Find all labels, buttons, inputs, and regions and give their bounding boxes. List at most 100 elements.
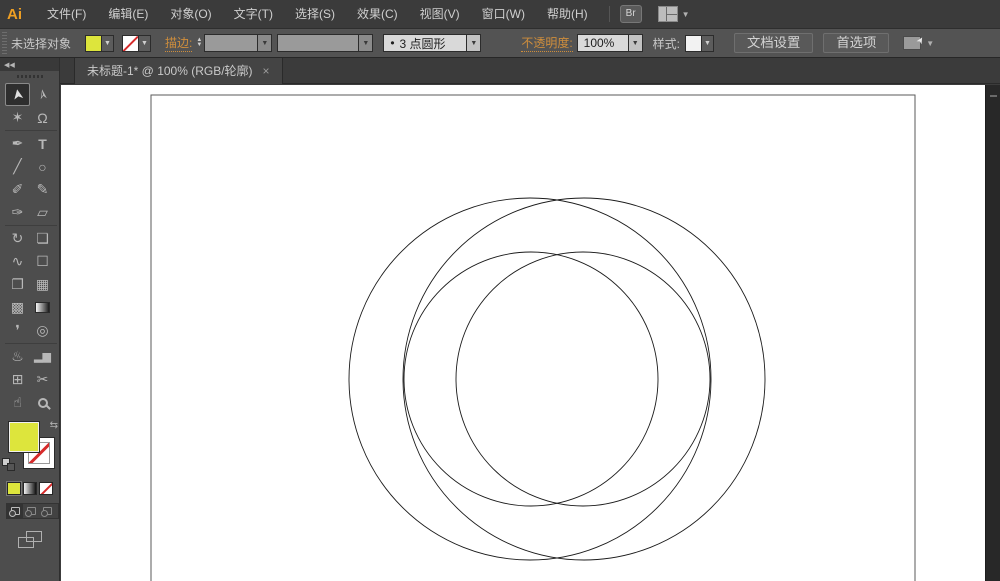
width-profile-combo[interactable]: ▼ <box>277 34 373 52</box>
blob-brush-tool[interactable]: ✑ <box>5 201 30 224</box>
panel-grip-icon[interactable] <box>2 32 7 54</box>
menu-help[interactable]: 帮助(H) <box>536 0 599 29</box>
column-graph-tool[interactable]: ▂▆ <box>30 345 55 368</box>
width-tool[interactable]: ∿ <box>5 250 30 273</box>
ellipse-icon: ○ <box>38 159 46 175</box>
menu-type[interactable]: 文字(T) <box>223 0 284 29</box>
menu-object[interactable]: 对象(O) <box>159 0 222 29</box>
drawing-mode-buttons <box>6 503 59 519</box>
blend-tool[interactable]: ◎ <box>30 319 55 342</box>
document-setup-button[interactable]: 文档设置 <box>734 33 813 53</box>
draw-inside-button[interactable] <box>39 504 55 518</box>
style-swatch[interactable] <box>685 35 702 52</box>
menu-effect[interactable]: 效果(C) <box>346 0 409 29</box>
draw-normal-icon <box>11 507 20 515</box>
expand-dock-icon[interactable] <box>990 95 997 97</box>
none-mode-button[interactable] <box>39 482 53 495</box>
selection-preview-icon[interactable] <box>903 36 921 50</box>
draw-normal-button[interactable] <box>7 504 23 518</box>
chevron-down-icon: ▼ <box>104 40 111 47</box>
chevron-down-icon: ▼ <box>362 40 369 47</box>
style-dropdown[interactable]: ▼ <box>702 35 714 52</box>
free-transform-tool[interactable]: ☐ <box>30 250 55 273</box>
direct-selection-tool[interactable]: ➢ <box>30 83 55 106</box>
preferences-button[interactable]: 首选项 <box>823 33 889 53</box>
gradient-tool[interactable] <box>30 296 55 319</box>
menu-window[interactable]: 窗口(W) <box>471 0 536 29</box>
width-icon: ∿ <box>12 253 24 270</box>
symbol-sprayer-tool[interactable]: ♨ <box>5 345 30 368</box>
workspace-switcher[interactable]: ▼ <box>658 6 690 22</box>
bridge-button[interactable]: Br <box>620 5 642 23</box>
stroke-panel-link[interactable]: 描边: <box>165 34 192 52</box>
color-mode-button[interactable] <box>7 482 21 495</box>
shape-builder-tool[interactable]: ❐ <box>5 273 30 296</box>
eyedropper-icon: ❜ <box>15 322 20 339</box>
menu-select[interactable]: 选择(S) <box>284 0 346 29</box>
style-control[interactable]: ▼ <box>685 35 714 52</box>
document-tab[interactable]: 未标题-1* @ 100% (RGB/轮廓) × <box>74 58 283 84</box>
scale-icon: ❏ <box>36 230 49 247</box>
stroke-weight-dropdown: ▼ <box>257 35 271 51</box>
column-graph-icon: ▂▆ <box>34 350 51 363</box>
canvas-area[interactable] <box>61 85 985 581</box>
stroke-weight-stepper[interactable]: ▲ ▼ <box>196 38 202 48</box>
rotate-tool[interactable]: ↻ <box>5 227 30 250</box>
fill-dropdown[interactable]: ▼ <box>102 35 114 52</box>
stroke-weight-combo[interactable]: ▼ <box>204 34 272 52</box>
magic-wand-tool[interactable]: ✶ <box>5 106 30 129</box>
hand-tool[interactable]: ☝ <box>5 391 30 414</box>
tool-group-divider <box>5 343 57 344</box>
mesh-tool[interactable]: ▩ <box>5 296 30 319</box>
swap-fill-stroke-icon[interactable]: ⇆ <box>50 420 58 431</box>
chevron-down-icon: ▼ <box>704 40 711 47</box>
menu-file[interactable]: 文件(F) <box>36 0 97 29</box>
default-fill-stroke-icon[interactable] <box>2 458 15 471</box>
type-tool[interactable]: T <box>30 132 55 155</box>
lasso-tool[interactable]: Ω <box>30 106 55 129</box>
line-segment-tool[interactable]: ╱ <box>5 155 30 178</box>
slice-tool[interactable]: ✂ <box>30 368 55 391</box>
pencil-tool[interactable]: ✎ <box>30 178 55 201</box>
artboard-tool[interactable]: ⊞ <box>5 368 30 391</box>
opacity-combo[interactable]: 100% ▼ <box>577 34 643 52</box>
fill-swatch[interactable] <box>9 422 39 452</box>
stroke-color-control[interactable]: ▼ <box>122 35 151 52</box>
selection-tool[interactable]: ➤ <box>5 83 30 106</box>
paintbrush-tool[interactable]: ✐ <box>5 178 30 201</box>
eyedropper-tool[interactable]: ❜ <box>5 319 30 342</box>
menu-view[interactable]: 视图(V) <box>409 0 471 29</box>
zoom-tool[interactable] <box>30 391 55 414</box>
document-title: 未标题-1* @ 100% (RGB/轮廓) <box>87 62 253 79</box>
collapse-panel-icon[interactable]: ◀◀ <box>4 62 15 69</box>
perspective-grid-tool[interactable]: ▦ <box>30 273 55 296</box>
draw-behind-button[interactable] <box>23 504 39 518</box>
direct-selection-arrow-icon: ➢ <box>33 87 52 102</box>
change-screen-mode-button[interactable] <box>18 531 42 548</box>
shape-builder-icon: ❐ <box>11 276 24 293</box>
scale-tool[interactable]: ❏ <box>30 227 55 250</box>
menu-edit[interactable]: 编辑(E) <box>97 0 159 29</box>
stepper-down-icon[interactable]: ▼ <box>196 43 202 48</box>
stroke-dropdown[interactable]: ▼ <box>139 35 151 52</box>
tools-panel-header[interactable]: ◀◀ <box>0 58 59 71</box>
pencil-icon: ✎ <box>37 181 49 198</box>
tool-grid: ➤ ➢ ✶ Ω ✒ T ╱ ○ ✐ ✎ ✑ ▱ ↻ ❏ ∿ ☐ ❐ ▦ ▩ ❜ … <box>0 81 60 414</box>
close-tab-icon[interactable]: × <box>263 64 270 78</box>
stroke-none-swatch[interactable] <box>122 35 139 52</box>
eraser-tool[interactable]: ▱ <box>30 201 55 224</box>
small-circle-right[interactable] <box>456 252 710 506</box>
tools-panel-grip[interactable] <box>0 71 59 81</box>
fill-color-swatch[interactable] <box>85 35 102 52</box>
gradient-mode-button[interactable] <box>23 482 37 495</box>
tool-group-divider <box>5 225 57 226</box>
pen-tool[interactable]: ✒ <box>5 132 30 155</box>
ellipse-tool[interactable]: ○ <box>30 155 55 178</box>
blob-brush-icon: ✑ <box>12 204 24 221</box>
opacity-panel-link[interactable]: 不透明度: <box>521 34 572 52</box>
collapsed-panel-dock[interactable] <box>985 85 1000 581</box>
small-circle-left[interactable] <box>404 252 658 506</box>
brush-definition-combo[interactable]: • 3 点圆形 ▼ <box>383 34 481 52</box>
fill-color-control[interactable]: ▼ <box>85 35 114 52</box>
selection-status: 未选择对象 <box>11 35 71 52</box>
